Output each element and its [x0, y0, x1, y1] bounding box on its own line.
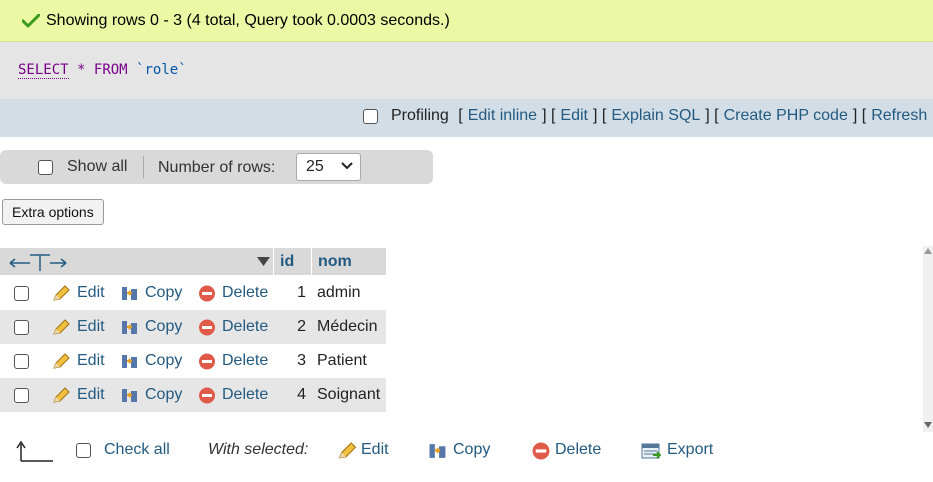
- copy-icon[interactable]: [121, 353, 139, 370]
- column-header-id[interactable]: id: [280, 253, 294, 271]
- pencil-icon[interactable]: [52, 387, 70, 404]
- copy-icon[interactable]: [428, 442, 448, 460]
- row-checkbox[interactable]: [14, 388, 29, 403]
- sql-star: *: [77, 62, 86, 78]
- column-divider: [273, 248, 274, 275]
- check-all-label[interactable]: Check all: [104, 441, 170, 459]
- cell-nom[interactable]: Soignant: [317, 386, 380, 404]
- cell-id[interactable]: 1: [286, 284, 306, 302]
- sql-from-keyword: FROM: [93, 62, 128, 78]
- navigation-bar: Show all Number of rows: 25: [0, 150, 433, 184]
- number-of-rows-select[interactable]: 25: [296, 153, 361, 181]
- navigation-separator: [143, 156, 144, 178]
- profiling-checkbox[interactable]: [363, 108, 378, 124]
- column-header-nom[interactable]: nom: [318, 253, 352, 271]
- chevron-down-icon: [341, 162, 353, 170]
- row-checkbox[interactable]: [14, 286, 29, 301]
- delete-icon[interactable]: [198, 285, 216, 302]
- pencil-icon[interactable]: [337, 442, 357, 460]
- pencil-icon[interactable]: [52, 319, 70, 336]
- check-icon: [22, 13, 40, 27]
- table-row: Edit Copy Delete 2 Médecin: [0, 310, 386, 344]
- success-message-text: Showing rows 0 - 3 (4 total, Query took …: [46, 11, 450, 29]
- bulk-actions-bar: Check all With selected: Edit Copy Delet…: [0, 436, 933, 466]
- profiling-label: Profiling: [391, 107, 449, 124]
- cell-nom[interactable]: Patient: [317, 352, 367, 370]
- number-of-rows-value: 25: [306, 158, 324, 175]
- export-icon[interactable]: [641, 442, 661, 460]
- show-all-label[interactable]: Show all: [67, 158, 127, 176]
- copy-row-link[interactable]: Copy: [145, 386, 182, 404]
- sql-query: SELECT * FROM `role`: [18, 62, 187, 79]
- row-checkbox[interactable]: [14, 320, 29, 335]
- pencil-icon[interactable]: [52, 285, 70, 302]
- explain-sql-link[interactable]: Explain SQL: [611, 107, 700, 125]
- cell-nom[interactable]: admin: [317, 284, 361, 302]
- number-of-rows-label: Number of rows:: [158, 159, 276, 176]
- table-row: Edit Copy Delete 3 Patient: [0, 344, 386, 378]
- edit-row-link[interactable]: Edit: [77, 352, 105, 370]
- delete-row-link[interactable]: Delete: [222, 318, 268, 336]
- vertical-scrollbar[interactable]: [923, 246, 933, 432]
- success-message-bar: Showing rows 0 - 3 (4 total, Query took …: [0, 0, 933, 42]
- show-all-checkbox[interactable]: [38, 160, 53, 175]
- copy-row-link[interactable]: Copy: [145, 284, 182, 302]
- bulk-export-button[interactable]: Export: [667, 441, 713, 459]
- copy-icon[interactable]: [121, 387, 139, 404]
- column-resize-arrows-icon[interactable]: [8, 253, 68, 271]
- delete-icon[interactable]: [198, 319, 216, 336]
- copy-row-link[interactable]: Copy: [145, 318, 182, 336]
- delete-row-link[interactable]: Delete: [222, 386, 268, 404]
- copy-row-link[interactable]: Copy: [145, 352, 182, 370]
- copy-icon[interactable]: [121, 285, 139, 302]
- cell-id[interactable]: 4: [286, 386, 306, 404]
- delete-row-link[interactable]: Delete: [222, 284, 268, 302]
- with-selected-label: With selected:: [208, 441, 309, 458]
- pencil-icon[interactable]: [52, 353, 70, 370]
- delete-icon[interactable]: [198, 353, 216, 370]
- refresh-link[interactable]: Refresh: [871, 107, 927, 125]
- bulk-delete-button[interactable]: Delete: [555, 441, 601, 459]
- edit-row-link[interactable]: Edit: [77, 386, 105, 404]
- delete-row-link[interactable]: Delete: [222, 352, 268, 370]
- edit-row-link[interactable]: Edit: [77, 318, 105, 336]
- sort-dropdown-icon[interactable]: [257, 257, 270, 266]
- cell-nom[interactable]: Médecin: [317, 318, 377, 336]
- results-table-header: id nom: [0, 248, 386, 275]
- column-divider: [311, 248, 312, 275]
- arrow-up-corner-icon: [16, 440, 53, 462]
- scroll-up-arrow-icon[interactable]: [924, 248, 932, 254]
- extra-options-button[interactable]: Extra options: [2, 199, 104, 225]
- edit-row-link[interactable]: Edit: [77, 284, 105, 302]
- delete-icon[interactable]: [531, 442, 551, 460]
- bulk-edit-button[interactable]: Edit: [361, 441, 389, 459]
- sql-select-keyword[interactable]: SELECT: [18, 62, 69, 79]
- cell-id[interactable]: 3: [286, 352, 306, 370]
- check-all-checkbox[interactable]: [76, 443, 91, 458]
- row-checkbox[interactable]: [14, 354, 29, 369]
- scroll-down-arrow-icon[interactable]: [924, 422, 932, 428]
- sql-query-box: SELECT * FROM `role`: [0, 42, 933, 99]
- table-row: Edit Copy Delete 4 Soignant: [0, 378, 386, 412]
- cell-id[interactable]: 2: [286, 318, 306, 336]
- copy-icon[interactable]: [121, 319, 139, 336]
- edit-query-link[interactable]: Edit: [560, 107, 588, 125]
- table-row: Edit Copy Delete 1 admin: [0, 276, 386, 310]
- create-php-code-link[interactable]: Create PHP code: [724, 107, 848, 125]
- delete-icon[interactable]: [198, 387, 216, 404]
- edit-inline-link[interactable]: Edit inline: [468, 107, 537, 125]
- bulk-copy-button[interactable]: Copy: [453, 441, 490, 459]
- sql-table-name: `role`: [136, 62, 187, 78]
- query-toolbar: Profiling [ Edit inline ] [ Edit ] [ Exp…: [0, 99, 933, 137]
